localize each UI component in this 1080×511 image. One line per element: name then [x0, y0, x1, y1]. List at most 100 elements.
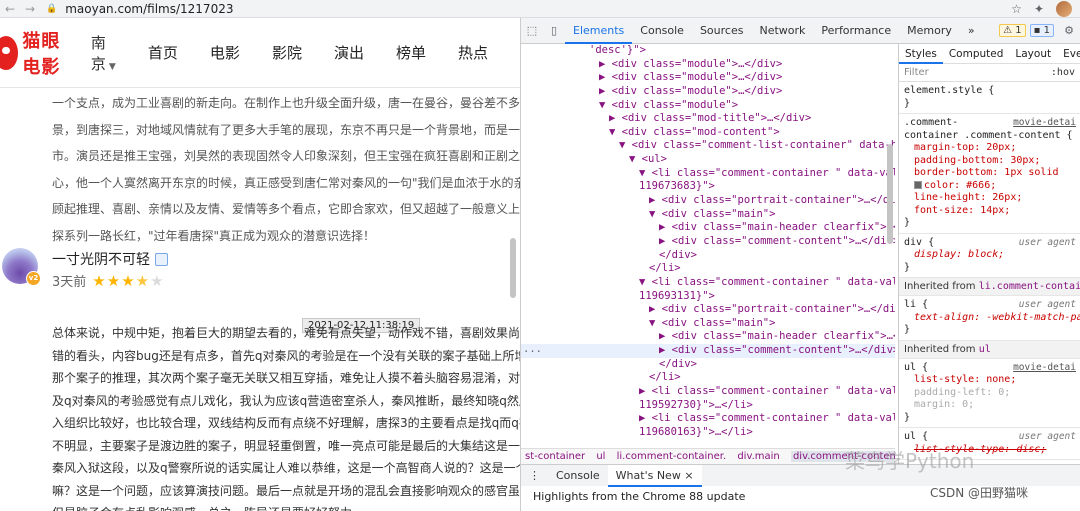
css-property[interactable]: margin: 0;	[904, 399, 1076, 412]
elements-scrollbar[interactable]	[887, 144, 893, 244]
extensions-icon[interactable]: ✦	[1034, 2, 1044, 16]
rule-source-link[interactable]: movie-detai	[1013, 362, 1076, 375]
rule-close: }	[904, 97, 911, 109]
dom-node[interactable]: ▶ <li class="comment-container " data-va…	[521, 412, 895, 426]
dom-node[interactable]: ▶ <div class="portrait-container">…</div…	[521, 303, 895, 317]
tab-elements[interactable]: Elements	[565, 18, 633, 44]
dom-node[interactable]: ▶ <div class="module">…</div>	[521, 71, 895, 85]
css-property[interactable]: text-align: -webkit-match-pa	[904, 312, 1080, 325]
dom-node[interactable]: ▶ <li class="comment-container " data-va…	[521, 385, 895, 399]
css-property[interactable]: padding-bottom: 30px;	[904, 155, 1076, 168]
nav-cinemas[interactable]: 影院	[272, 42, 302, 63]
address-bar[interactable]: 🔒 maoyan.com/films/1217023	[46, 2, 233, 16]
dom-node[interactable]: 'desc'}">	[521, 44, 895, 58]
nav-home[interactable]: 首页	[148, 42, 178, 63]
dom-node[interactable]: ▼ <div class="module">	[521, 99, 895, 113]
dom-node[interactable]: ▼ <li class="comment-container " data-va…	[521, 167, 895, 181]
dom-node[interactable]: ▼ <ul>	[521, 153, 895, 167]
color-swatch-icon[interactable]	[914, 180, 922, 189]
breadcrumb-item[interactable]: div.main	[737, 451, 779, 462]
more-options-icon[interactable]: ···	[523, 346, 542, 358]
css-property[interactable]: display: block;	[904, 249, 1076, 262]
back-arrow-icon[interactable]: ←	[0, 2, 20, 16]
css-property[interactable]: font-size: 14px;	[904, 205, 1076, 218]
tab-performance[interactable]: Performance	[813, 18, 899, 44]
gear-icon[interactable]: ⚙	[1058, 24, 1080, 37]
dom-node[interactable]: </li>	[521, 262, 895, 276]
tab-sources[interactable]: Sources	[692, 18, 752, 44]
dom-node[interactable]: </div>	[521, 358, 895, 372]
dom-node-selected[interactable]: ▶ <div class="comment-content">…</div>	[521, 344, 895, 358]
css-property[interactable]: list-style: none;	[904, 374, 1076, 387]
tab-memory[interactable]: Memory	[899, 18, 960, 44]
avatar[interactable]: v2	[2, 248, 41, 286]
drawer-tab-console[interactable]: Console	[548, 465, 608, 487]
more-tabs-icon[interactable]: »	[960, 18, 983, 44]
tab-layout[interactable]: Layout	[1009, 44, 1057, 64]
dom-node[interactable]: 119673683}">	[521, 180, 895, 194]
warning-count: 1	[1015, 25, 1022, 36]
nav-rankings[interactable]: 榜单	[396, 42, 426, 63]
breadcrumb-item[interactable]: li.comment-container.	[617, 451, 727, 462]
filter-placeholder: Filter	[904, 67, 929, 78]
tab-network[interactable]: Network	[751, 18, 813, 44]
star-icon[interactable]: ☆	[1011, 2, 1022, 16]
drawer-tab-whats-new[interactable]: What's New ×	[607, 464, 702, 487]
dom-node[interactable]: ▼ <li class="comment-container " data-va…	[521, 276, 895, 290]
css-property[interactable]: margin-top: 20px;	[904, 142, 1076, 155]
rule-source-link[interactable]: movie-detai	[1013, 117, 1076, 130]
dom-node[interactable]: ▶ <div class="module">…</div>	[521, 58, 895, 72]
rule-source: user agent	[1018, 431, 1076, 442]
profile-avatar[interactable]	[1056, 1, 1072, 17]
tab-event-listeners[interactable]: Event	[1057, 44, 1080, 64]
device-toolbar-icon[interactable]: ▯	[543, 24, 565, 37]
warning-count-badge[interactable]: ⚠ 1	[999, 24, 1026, 37]
comment-content: 总体来说，中规中矩，抱着巨大的期望去看的，难免有点失望，动作戏不错，喜剧效果尚佳…	[52, 322, 520, 511]
dom-node[interactable]: ▶ <div class="main-header clearfix">…</	[521, 221, 895, 235]
css-property[interactable]: border-bottom: 1px solid	[904, 167, 1076, 180]
page-scrollbar[interactable]	[510, 238, 516, 298]
dom-node[interactable]: ▼ <div class="mod-content">	[521, 126, 895, 140]
dom-node[interactable]: ▼ <div class="main">	[521, 208, 895, 222]
dom-node[interactable]: </div>	[521, 249, 895, 263]
info-count-badge[interactable]: ▪ 1	[1029, 24, 1054, 37]
nav-shows[interactable]: 演出	[334, 42, 364, 63]
dom-node[interactable]: ▶ <div class="main-header clearfix">…</	[521, 330, 895, 344]
drawer-menu-icon[interactable]: ⋮	[521, 465, 548, 487]
css-property[interactable]: padding-left: 0;	[904, 387, 1076, 400]
hov-toggle[interactable]: :hov	[1051, 67, 1075, 78]
dom-node[interactable]: </li>	[521, 371, 895, 385]
nav-movies[interactable]: 电影	[210, 42, 240, 63]
comment-line: 秦风入狱这段，以及q警察所说的话实属让人难以恭维，这是一个高智商人说的？这是一个…	[52, 461, 520, 475]
inspect-element-icon[interactable]: ⬚	[521, 24, 543, 37]
dom-node[interactable]: ▶ <div class="module">…</div>	[521, 85, 895, 99]
tab-computed[interactable]: Computed	[943, 44, 1010, 64]
dom-node[interactable]: ▶ <div class="comment-content">…</div>	[521, 235, 895, 249]
tab-styles[interactable]: Styles	[899, 44, 943, 64]
comment-username[interactable]: 一寸光阴不可轻	[52, 249, 168, 269]
dom-node[interactable]: ▼ <div class="comment-list-container" da…	[521, 139, 895, 153]
lock-icon: 🔒	[46, 3, 58, 14]
breadcrumb-item[interactable]: ul	[596, 451, 605, 462]
css-property-color[interactable]: color: #666;	[904, 180, 1076, 193]
forward-arrow-icon[interactable]: →	[20, 2, 40, 16]
inherited-ref[interactable]: li.comment-containe	[979, 281, 1080, 292]
tab-console[interactable]: Console	[632, 18, 692, 44]
dom-node[interactable]: ▼ <div class="main">	[521, 317, 895, 331]
nav-hot[interactable]: 热点	[458, 42, 488, 63]
comment-line: 但是脑子会有点乱影响观感，总之，陈导还是要好好努力	[52, 502, 520, 511]
breadcrumb-item[interactable]: st-container	[525, 451, 585, 462]
site-logo[interactable]: 猫眼电影	[0, 27, 77, 79]
styles-filter-input[interactable]: Filter :hov	[899, 64, 1080, 82]
dom-node[interactable]: ▶ <div class="portrait-container">…</div…	[521, 194, 895, 208]
city-selector[interactable]: 南京 ▼	[91, 32, 120, 74]
dom-node[interactable]: 119693131}">	[521, 290, 895, 304]
rating-stars: ★★★★★	[92, 272, 164, 290]
inherited-ref[interactable]: ul	[979, 344, 991, 355]
dom-node[interactable]: 119680163}">…</li>	[521, 426, 895, 440]
star-half-icon: ★	[135, 271, 151, 290]
dom-node[interactable]: 119592730}">…</li>	[521, 399, 895, 413]
rule-close: }	[904, 411, 911, 423]
css-property[interactable]: line-height: 26px;	[904, 192, 1076, 205]
dom-node[interactable]: ▶ <div class="mod-title">…</div>	[521, 112, 895, 126]
